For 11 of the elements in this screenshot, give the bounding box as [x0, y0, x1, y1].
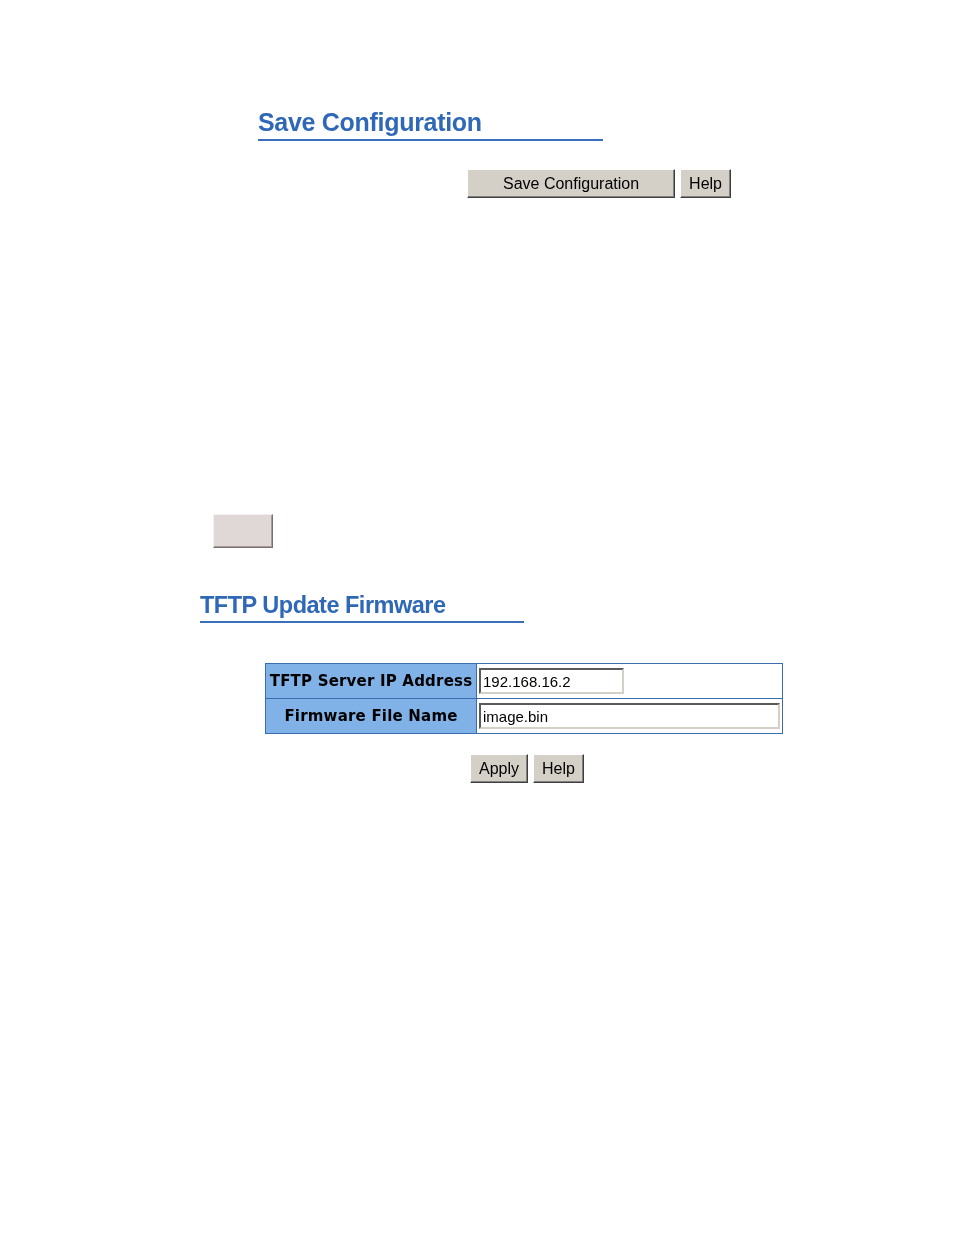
form-button[interactable]: Help: [680, 169, 731, 198]
section-heading: TFTP Update Firmware: [200, 591, 446, 619]
input-field[interactable]: 192.168.16.2: [479, 668, 624, 694]
form-button[interactable]: Help: [533, 754, 584, 783]
input-field[interactable]: image.bin: [479, 703, 780, 729]
field-label: TFTP Server IP Address: [266, 664, 477, 698]
section-heading: Save Configuration: [258, 108, 482, 136]
field-label: Firmware File Name: [266, 699, 477, 733]
form-button[interactable]: Apply: [470, 754, 529, 783]
form-button[interactable]: Save Configuration: [467, 169, 676, 198]
blank-button[interactable]: [213, 514, 273, 548]
